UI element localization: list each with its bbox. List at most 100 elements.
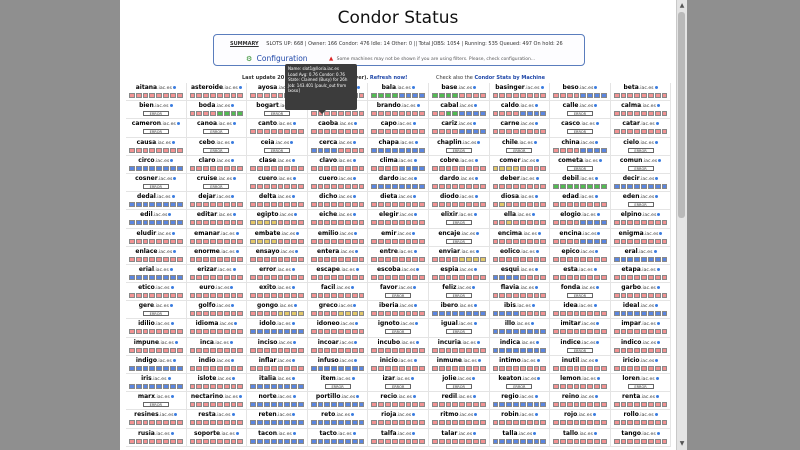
info-dot-icon[interactable] xyxy=(472,377,476,380)
slot[interactable] xyxy=(654,220,661,226)
machine-cell[interactable]: idilio.iac.es xyxy=(126,319,187,338)
slot[interactable] xyxy=(331,147,338,153)
slot[interactable] xyxy=(419,274,425,280)
slot[interactable] xyxy=(189,202,196,208)
slot[interactable] xyxy=(627,293,634,299)
slot[interactable] xyxy=(149,438,156,444)
slot[interactable] xyxy=(587,238,594,244)
slot[interactable] xyxy=(587,183,594,189)
slot[interactable] xyxy=(499,365,506,371)
info-dot-icon[interactable] xyxy=(292,395,296,399)
slot[interactable] xyxy=(540,220,547,226)
slot[interactable] xyxy=(431,420,438,426)
slot[interactable] xyxy=(405,347,412,353)
slot[interactable] xyxy=(620,420,627,426)
slot[interactable] xyxy=(250,329,257,335)
machine-cell[interactable]: keaton.iac.es ERROR xyxy=(489,374,551,393)
slot[interactable] xyxy=(634,311,641,317)
info-dot-icon[interactable] xyxy=(597,231,601,235)
slot[interactable] xyxy=(230,238,237,244)
slot[interactable] xyxy=(627,93,634,98)
slot[interactable] xyxy=(129,165,135,171)
slot[interactable] xyxy=(297,202,304,208)
slot[interactable] xyxy=(156,202,163,208)
slot[interactable] xyxy=(216,220,223,226)
slot[interactable] xyxy=(163,202,169,208)
machine-cell[interactable]: rojo.iac.es xyxy=(550,410,611,429)
slot[interactable] xyxy=(553,420,559,426)
slot[interactable] xyxy=(344,147,351,153)
slot[interactable] xyxy=(559,384,566,389)
slot[interactable] xyxy=(270,183,277,189)
machine-cell[interactable]: base.iac.es xyxy=(428,83,490,102)
slot[interactable] xyxy=(506,202,513,208)
slot[interactable] xyxy=(284,129,291,135)
slot[interactable] xyxy=(317,365,324,371)
slot[interactable] xyxy=(641,256,647,262)
machine-cell[interactable]: tango.iac.es xyxy=(610,428,672,447)
slot[interactable] xyxy=(553,183,559,189)
slot[interactable] xyxy=(620,311,627,317)
slot[interactable] xyxy=(627,420,634,426)
machine-cell[interactable]: greco.iac.es xyxy=(307,301,369,320)
slot[interactable] xyxy=(559,220,566,226)
slot[interactable] xyxy=(492,220,499,226)
slot[interactable] xyxy=(620,93,627,98)
slot[interactable] xyxy=(257,420,263,426)
machine-cell[interactable]: espia.iac.es xyxy=(428,264,490,284)
machine-cell[interactable]: elogio.iac.es xyxy=(550,210,611,229)
slot[interactable] xyxy=(203,329,210,335)
slot[interactable] xyxy=(499,165,506,171)
slot[interactable] xyxy=(203,347,210,353)
slot[interactable] xyxy=(210,165,216,171)
slot[interactable] xyxy=(277,165,284,171)
slot[interactable] xyxy=(135,238,142,244)
slot[interactable] xyxy=(553,93,559,98)
slot[interactable] xyxy=(263,347,270,353)
slot[interactable] xyxy=(216,438,223,444)
slot[interactable] xyxy=(641,238,647,244)
slot[interactable] xyxy=(519,311,526,317)
slot[interactable] xyxy=(250,347,257,353)
slot[interactable] xyxy=(499,220,506,226)
slot[interactable] xyxy=(378,438,385,444)
slot[interactable] xyxy=(338,183,344,189)
slot[interactable] xyxy=(277,402,284,408)
slot[interactable] xyxy=(257,238,263,244)
slot[interactable] xyxy=(378,183,385,189)
machine-cell[interactable]: carne.iac.es xyxy=(489,119,551,138)
slot[interactable] xyxy=(176,329,183,335)
slot[interactable] xyxy=(419,111,425,117)
slot[interactable] xyxy=(620,183,627,189)
slot[interactable] xyxy=(210,293,216,299)
slot[interactable] xyxy=(203,420,210,426)
slot[interactable] xyxy=(492,420,499,426)
slot[interactable] xyxy=(613,238,620,244)
slot[interactable] xyxy=(412,402,419,408)
machine-cell[interactable]: flavia.iac.es xyxy=(489,283,551,302)
slot[interactable] xyxy=(270,402,277,408)
slot[interactable] xyxy=(310,402,317,408)
slot[interactable] xyxy=(419,220,425,226)
slot[interactable] xyxy=(257,93,263,98)
slot[interactable] xyxy=(620,111,627,117)
info-dot-icon[interactable] xyxy=(357,86,361,89)
slot[interactable] xyxy=(196,111,203,117)
machine-cell[interactable]: inciso.iac.es xyxy=(247,337,308,356)
slot[interactable] xyxy=(237,365,244,371)
info-dot-icon[interactable] xyxy=(595,249,599,253)
slot[interactable] xyxy=(600,274,607,280)
slot[interactable] xyxy=(519,420,526,426)
info-dot-icon[interactable] xyxy=(473,122,477,126)
machine-cell[interactable]: ceia.iac.es ERROR xyxy=(247,137,308,156)
slot[interactable] xyxy=(533,420,540,426)
slot[interactable] xyxy=(291,329,297,335)
slot[interactable] xyxy=(573,420,580,426)
slot[interactable] xyxy=(156,384,163,389)
slot[interactable] xyxy=(513,311,519,317)
slot[interactable] xyxy=(338,311,344,317)
slot[interactable] xyxy=(499,256,506,262)
slot[interactable] xyxy=(135,329,142,335)
machine-cell[interactable]: talfa.iac.es xyxy=(368,428,429,447)
slot[interactable] xyxy=(135,93,142,98)
